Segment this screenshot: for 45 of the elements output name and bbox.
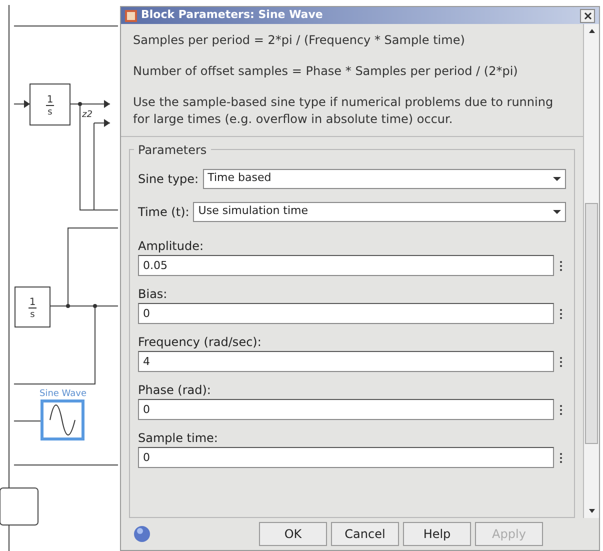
description-text: Samples per period = 2*pi / (Frequency * Sample time) xyxy=(133,32,466,49)
signal-label: z2 xyxy=(82,110,92,120)
dialog-button[interactable]: Cancel xyxy=(331,522,399,546)
input-field[interactable]: 0 xyxy=(138,447,554,468)
ellipsis-icon xyxy=(559,308,563,320)
scrollbar[interactable] xyxy=(583,24,599,518)
field-label: Sine type: xyxy=(138,170,199,188)
sine-wave-block[interactable] xyxy=(40,400,84,440)
field-label: Sample time: xyxy=(138,430,218,447)
close-icon xyxy=(584,12,592,20)
help-icon[interactable] xyxy=(133,525,151,543)
block-label: 1 xyxy=(29,297,36,308)
description-text: Use the sample-based sine type if numerical problems due to running for large times (e.g. overflow in absolute time) occur. xyxy=(133,94,554,128)
block-name: Sine Wave xyxy=(39,389,87,399)
input-field[interactable]: 4 xyxy=(138,351,554,372)
integrator-block[interactable] xyxy=(14,286,50,328)
description-text: Number of offset samples = Phase * Samples per period / (2*pi) xyxy=(133,63,519,80)
dialog-button[interactable]: Help xyxy=(403,522,471,546)
block[interactable] xyxy=(0,488,38,526)
app-icon xyxy=(125,10,137,22)
input-field[interactable]: 0 xyxy=(138,399,554,420)
dialog-button[interactable]: OK xyxy=(259,522,327,546)
dropdown[interactable]: Time based xyxy=(202,168,566,188)
ellipsis-icon xyxy=(559,452,563,464)
arrow xyxy=(104,100,110,127)
block-label: s xyxy=(30,310,35,320)
dropdown[interactable]: Use simulation time xyxy=(193,202,566,222)
field-label: Time (t): xyxy=(138,204,190,220)
window-title: Block Parameters: Sine Wave xyxy=(141,7,324,24)
scroll-thumb[interactable] xyxy=(585,203,598,444)
sine-icon xyxy=(50,404,76,436)
close-button[interactable] xyxy=(580,8,595,22)
ellipsis-icon xyxy=(559,260,563,272)
field-label: Frequency (rad/sec): xyxy=(138,334,262,351)
block-label: s xyxy=(48,108,52,118)
block-label: 1 xyxy=(46,94,54,106)
field-label: Bias: xyxy=(138,286,168,303)
field-label: Phase (rad): xyxy=(138,382,211,399)
integrator-block[interactable] xyxy=(30,84,70,126)
input-field[interactable]: 0 xyxy=(138,303,554,324)
arrow xyxy=(14,100,30,108)
ellipsis-icon xyxy=(559,404,563,416)
input-field[interactable]: 0.05 xyxy=(138,255,554,276)
ellipsis-icon xyxy=(559,356,563,368)
field-label: Amplitude: xyxy=(138,238,204,255)
